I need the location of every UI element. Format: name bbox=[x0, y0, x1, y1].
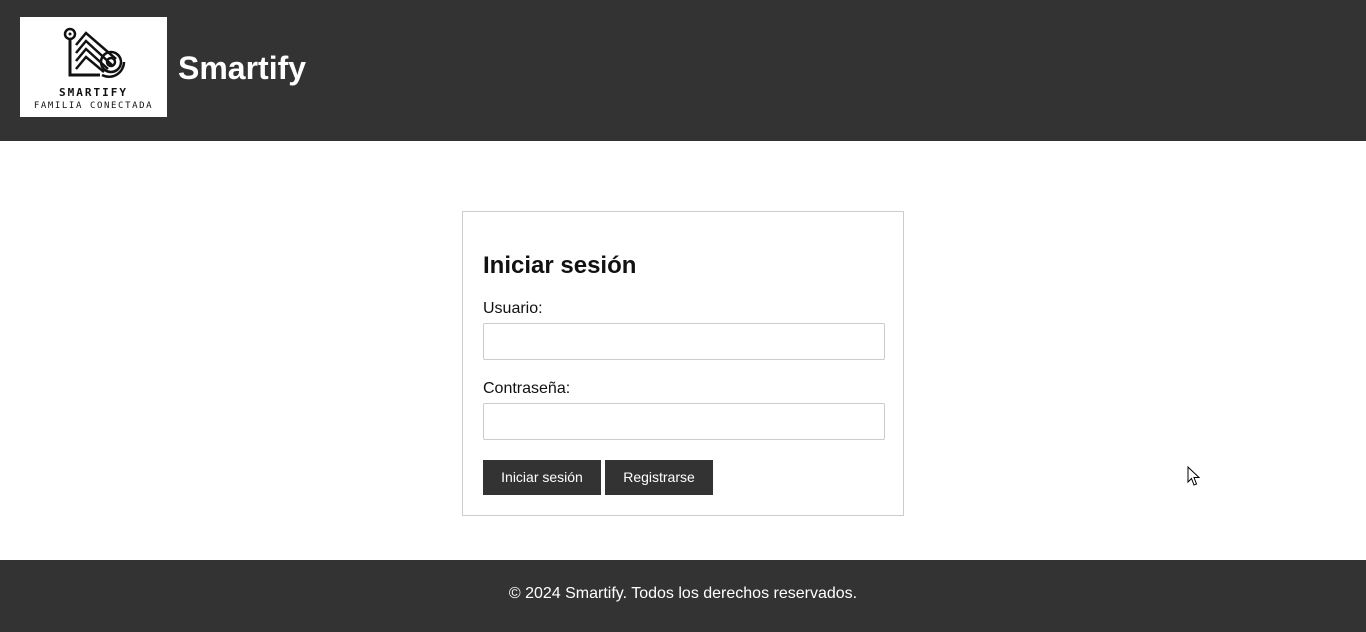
password-label: Contraseña: bbox=[483, 380, 571, 397]
site-header: SMARTIFY FAMILIA CONECTADA Smartify bbox=[0, 0, 1366, 141]
site-title[interactable]: Smartify bbox=[178, 49, 306, 87]
logo-name: SMARTIFY bbox=[59, 86, 128, 99]
password-input[interactable] bbox=[483, 403, 885, 440]
login-title: Iniciar sesión bbox=[483, 252, 637, 279]
logo-tagline: FAMILIA CONECTADA bbox=[33, 101, 154, 111]
login-button[interactable]: Iniciar sesión bbox=[483, 460, 601, 495]
footer-copyright: © 2024 Smartify. Todos los derechos rese… bbox=[508, 585, 858, 602]
username-label: Usuario: bbox=[483, 300, 543, 317]
mouse-pointer-icon bbox=[1187, 466, 1201, 486]
site-footer: © 2024 Smartify. Todos los derechos rese… bbox=[0, 560, 1366, 632]
login-form: Iniciar sesión Usuario: Contraseña: Inic… bbox=[462, 211, 904, 516]
site-logo[interactable]: SMARTIFY FAMILIA CONECTADA bbox=[20, 17, 167, 117]
register-button[interactable]: Registrarse bbox=[605, 460, 713, 495]
username-input[interactable] bbox=[483, 323, 885, 360]
